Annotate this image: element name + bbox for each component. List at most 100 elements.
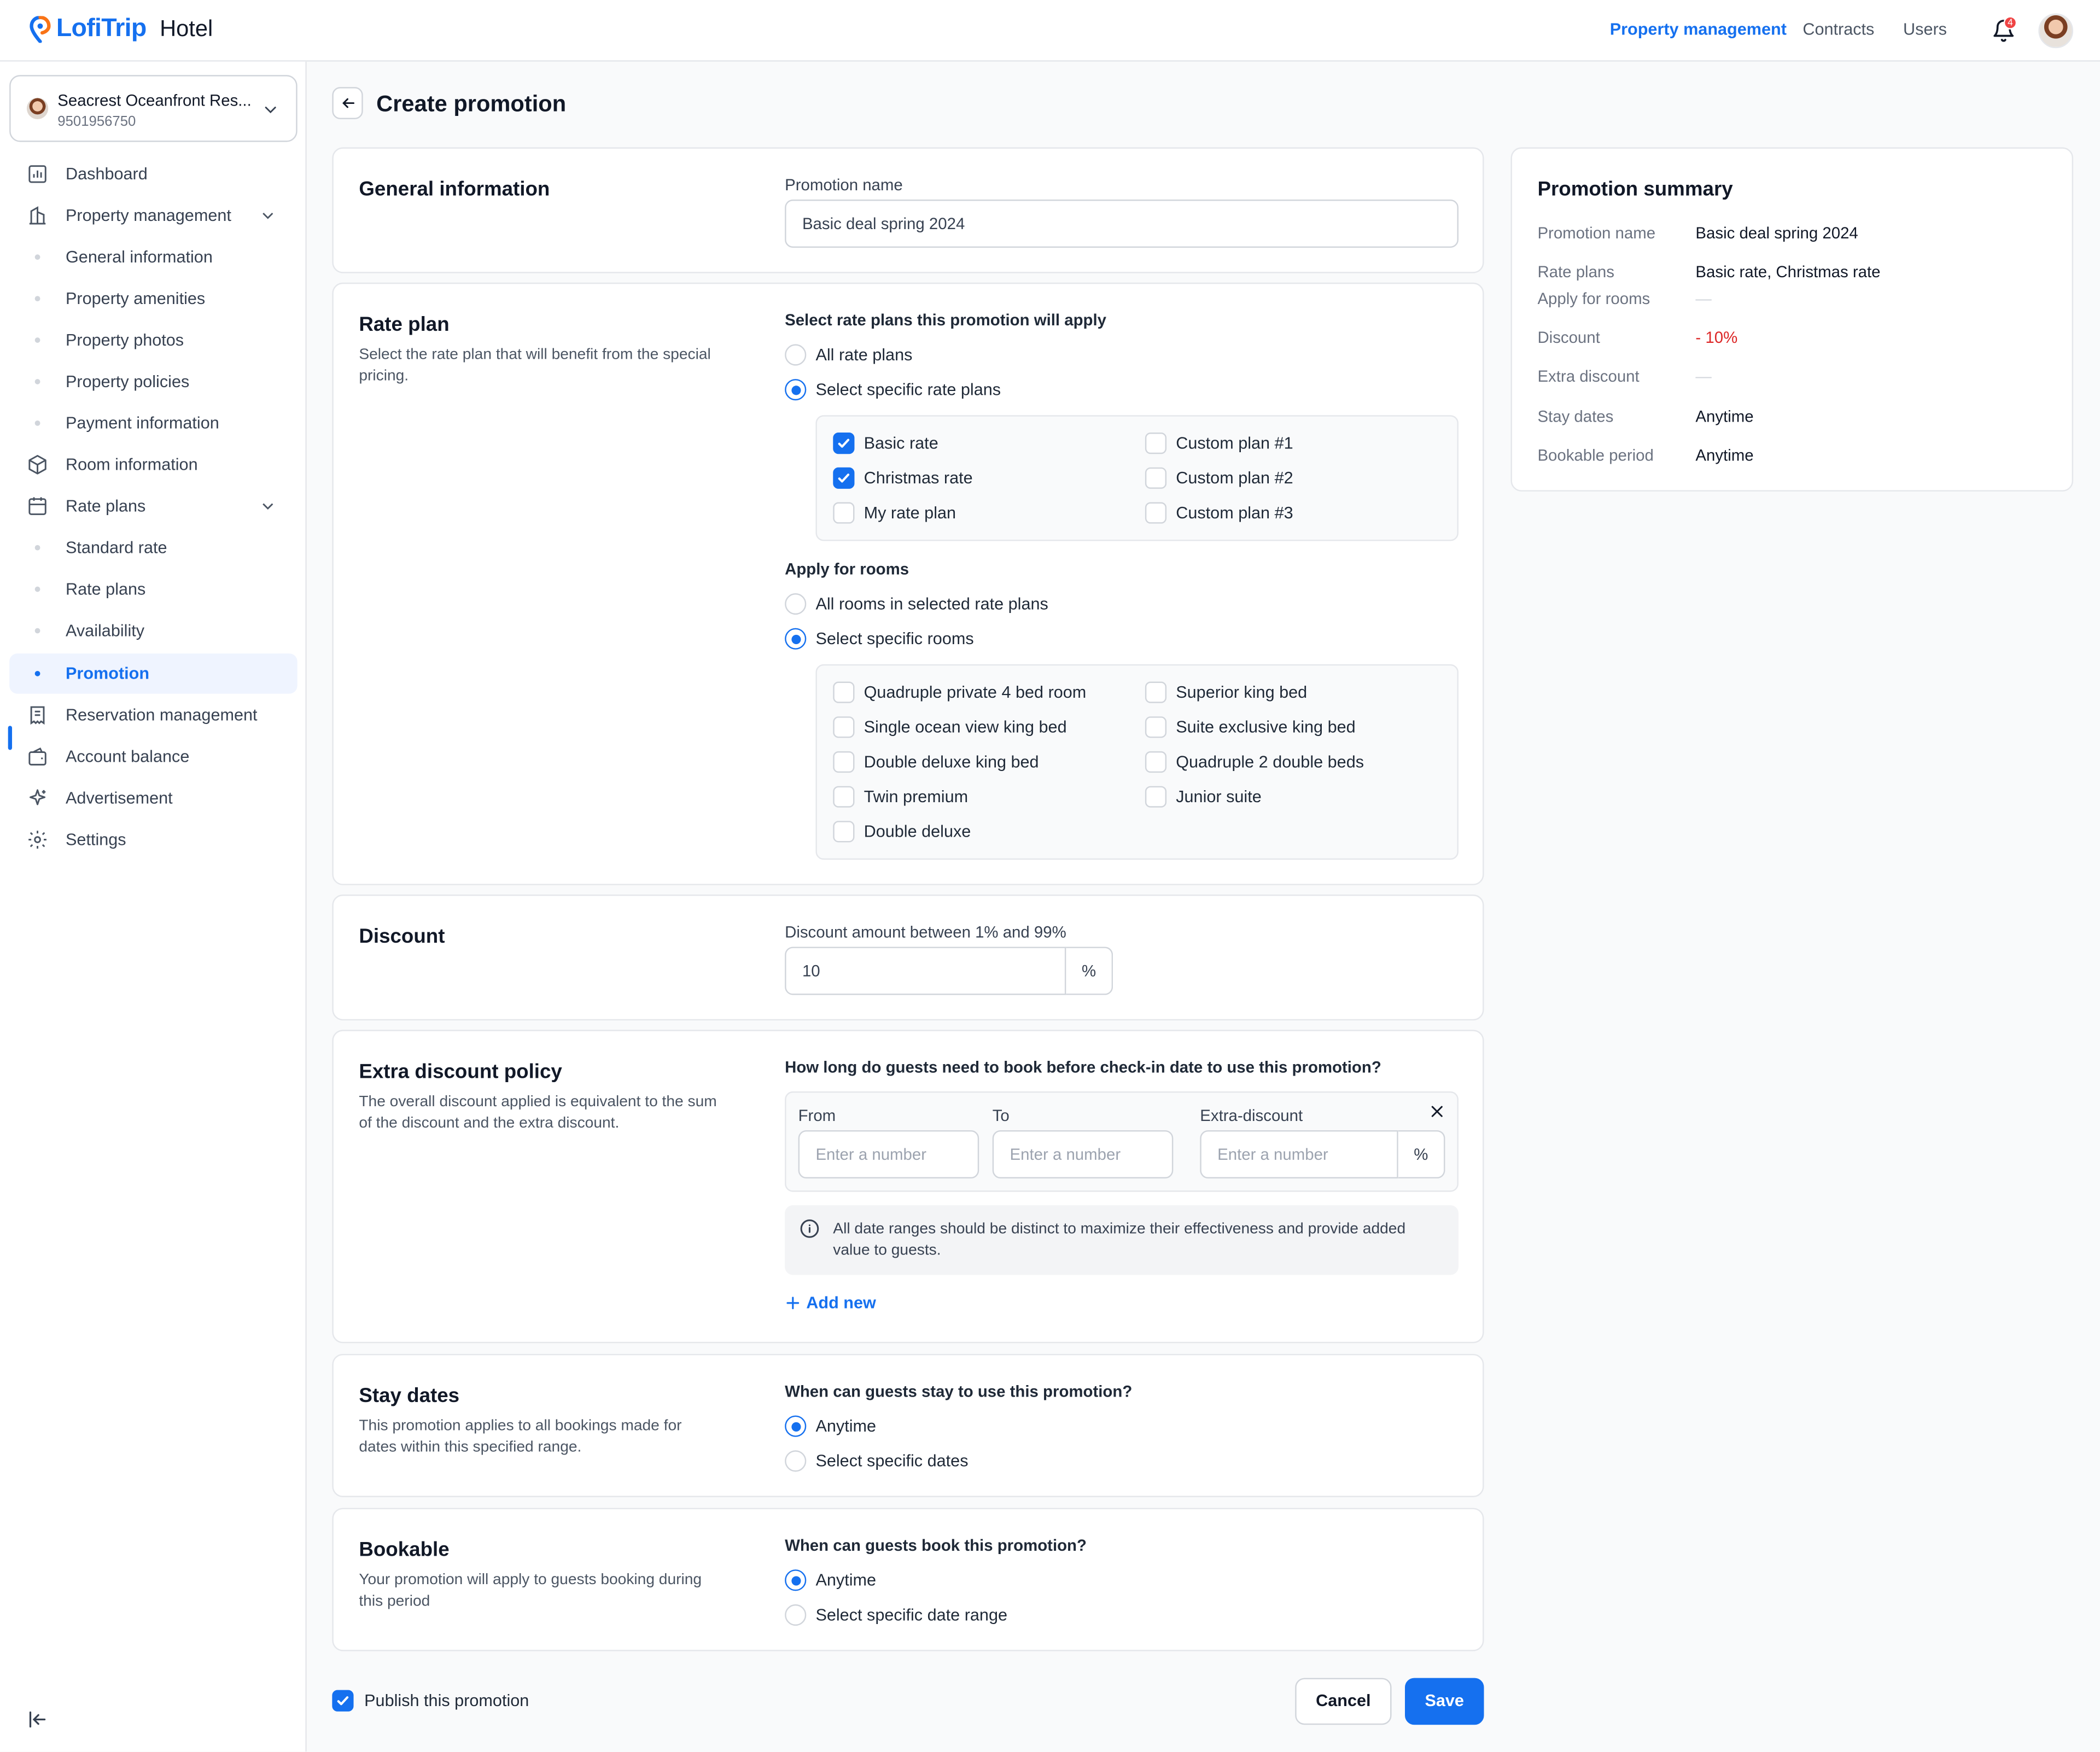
radio-button[interactable] (785, 1569, 807, 1591)
to-input[interactable]: Enter a number (992, 1130, 1174, 1179)
sidebar-item-label: Room information (66, 455, 198, 474)
checkbox-room[interactable]: Double deluxe king bed (833, 750, 1039, 774)
radio-all-rate-plans[interactable]: All rate plans (785, 343, 912, 367)
close-icon[interactable] (1429, 1103, 1445, 1119)
back-button[interactable] (332, 87, 363, 119)
checkbox-room[interactable]: Junior suite (1145, 785, 1262, 809)
checkbox[interactable] (1145, 502, 1167, 524)
checkbox[interactable] (1145, 681, 1167, 703)
checkbox-label: Double deluxe king bed (864, 752, 1039, 772)
radio-button[interactable] (785, 1415, 807, 1437)
radio-button[interactable] (785, 1604, 807, 1626)
sidebar-item-rate-plans-sub[interactable]: Rate plans (9, 569, 298, 609)
checkbox[interactable] (833, 681, 855, 703)
sidebar-item-advertisement[interactable]: Advertisement (9, 778, 298, 818)
checkbox-room[interactable]: Quadruple private 4 bed room (833, 680, 1086, 704)
checkbox-custom-plan-2[interactable]: Custom plan #2 (1145, 466, 1293, 490)
radio-label: Select specific dates (815, 1451, 969, 1471)
sidebar-item-label: Payment information (66, 413, 219, 433)
topnav-property-management[interactable]: Property management (1610, 20, 1787, 39)
save-button[interactable]: Save (1405, 1678, 1484, 1725)
user-avatar[interactable] (2038, 13, 2074, 49)
sidebar-item-property-management[interactable]: Property management (9, 196, 298, 236)
radio-label: Select specific rate plans (815, 380, 1001, 399)
extra-discount-input[interactable]: Enter a number (1200, 1130, 1398, 1179)
topnav-users[interactable]: Users (1903, 20, 1947, 39)
sidebar-item-account-balance[interactable]: Account balance (9, 737, 298, 776)
promotion-name-input[interactable]: Basic deal spring 2024 (785, 199, 1459, 248)
rooms-checkbox-group: Quadruple private 4 bed room Single ocea… (815, 664, 1459, 860)
summary-label: Promotion name (1537, 223, 1656, 243)
checkbox[interactable] (833, 716, 855, 738)
checkbox[interactable] (833, 751, 855, 773)
checkbox-room[interactable]: Double deluxe (833, 820, 971, 844)
cancel-button[interactable]: Cancel (1295, 1678, 1392, 1725)
publish-checkbox[interactable]: Publish this promotion (332, 1690, 529, 1712)
chevron-down-icon (262, 503, 273, 510)
discount-card: Discount Discount amount between 1% and … (332, 894, 1484, 1021)
sidebar-item-payment-information[interactable]: Payment information (9, 403, 298, 443)
radio-button[interactable] (785, 593, 807, 615)
radio-specific-rate-plans[interactable]: Select specific rate plans (785, 378, 1001, 402)
checkbox-room[interactable]: Single ocean view king bed (833, 715, 1067, 739)
checkbox-custom-plan-3[interactable]: Custom plan #3 (1145, 501, 1293, 525)
top-bar: LofiTrip Hotel Property management Contr… (0, 0, 2100, 62)
checkbox-label: Twin premium (864, 787, 969, 807)
checkbox[interactable] (833, 433, 855, 454)
sidebar-item-rate-plans[interactable]: Rate plans (9, 486, 298, 526)
checkbox-room[interactable]: Twin premium (833, 785, 968, 809)
summary-value: Anytime (1695, 446, 1754, 465)
checkbox[interactable] (833, 786, 855, 808)
radio-button[interactable] (785, 344, 807, 366)
sidebar-item-room-information[interactable]: Room information (9, 445, 298, 484)
summary-title: Promotion summary (1537, 178, 1733, 201)
discount-amount-input[interactable]: 10 (785, 947, 1066, 995)
section-description: Select the rate plan that will benefit f… (359, 347, 711, 384)
checkbox[interactable] (833, 821, 855, 843)
checkbox[interactable] (1145, 433, 1167, 454)
checkbox[interactable] (1145, 751, 1167, 773)
checkbox-room[interactable]: Superior king bed (1145, 680, 1307, 704)
radio-button[interactable] (785, 379, 807, 401)
checkbox-basic-rate[interactable]: Basic rate (833, 431, 938, 455)
summary-value: Basic deal spring 2024 (1695, 223, 1858, 243)
collapse-sidebar-icon[interactable] (27, 1709, 48, 1730)
check-icon (838, 439, 850, 448)
sidebar-item-general-information[interactable]: General information (9, 237, 298, 277)
checkbox[interactable] (332, 1690, 354, 1712)
checkbox[interactable] (1145, 467, 1167, 489)
from-input[interactable]: Enter a number (798, 1130, 979, 1179)
logo[interactable]: LofiTrip Hotel (30, 15, 213, 44)
checkbox[interactable] (833, 467, 855, 489)
checkbox[interactable] (1145, 786, 1167, 808)
checkbox[interactable] (1145, 716, 1167, 738)
radio-stay-specific-dates[interactable]: Select specific dates (785, 1449, 969, 1473)
sidebar-item-settings[interactable]: Settings (9, 820, 298, 860)
checkbox-label: My rate plan (864, 503, 956, 523)
sidebar-item-reservation-management[interactable]: Reservation management (9, 695, 298, 735)
sidebar-item-dashboard[interactable]: Dashboard (9, 154, 298, 194)
checkbox-room[interactable]: Suite exclusive king bed (1145, 715, 1356, 739)
sidebar-item-property-policies[interactable]: Property policies (9, 361, 298, 401)
checkbox-christmas-rate[interactable]: Christmas rate (833, 466, 973, 490)
radio-all-rooms[interactable]: All rooms in selected rate plans (785, 592, 1048, 616)
radio-specific-rooms[interactable]: Select specific rooms (785, 627, 974, 651)
sidebar-item-label: Standard rate (66, 538, 167, 557)
checkbox-custom-plan-1[interactable]: Custom plan #1 (1145, 431, 1293, 455)
radio-book-anytime[interactable]: Anytime (785, 1568, 876, 1592)
sidebar-item-availability[interactable]: Availability (9, 611, 298, 651)
add-new-button[interactable]: Add new (785, 1294, 876, 1312)
sidebar-item-property-amenities[interactable]: Property amenities (9, 278, 298, 318)
radio-stay-anytime[interactable]: Anytime (785, 1414, 876, 1438)
sidebar-item-property-photos[interactable]: Property photos (9, 320, 298, 360)
checkbox-my-rate-plan[interactable]: My rate plan (833, 501, 956, 525)
radio-button[interactable] (785, 1450, 807, 1472)
topnav-contracts[interactable]: Contracts (1802, 20, 1874, 39)
radio-button[interactable] (785, 628, 807, 650)
radio-book-specific-range[interactable]: Select specific date range (785, 1603, 1007, 1627)
sidebar-item-promotion[interactable]: Promotion (9, 653, 298, 694)
checkbox[interactable] (833, 502, 855, 524)
property-selector[interactable]: Seacrest Oceanfront Res... 9501956750 (9, 75, 298, 142)
checkbox-room[interactable]: Quadruple 2 double beds (1145, 750, 1364, 774)
sidebar-item-standard-rate[interactable]: Standard rate (9, 528, 298, 568)
